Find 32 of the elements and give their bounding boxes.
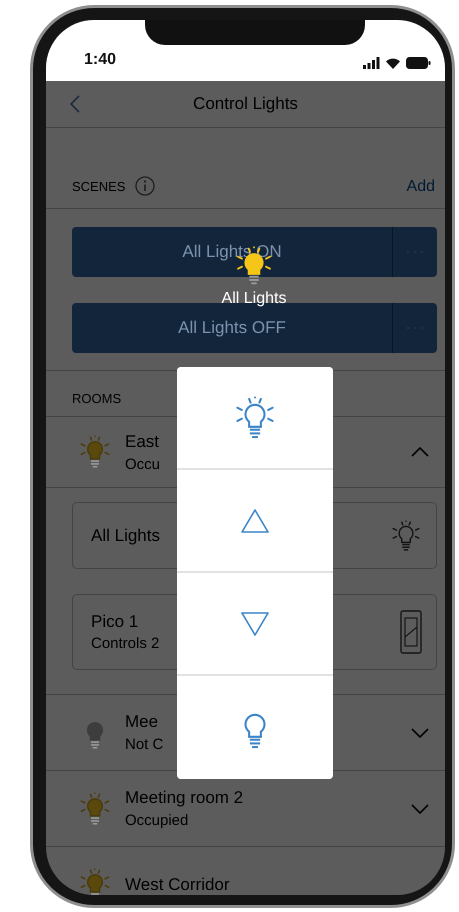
back-icon[interactable]	[70, 95, 80, 113]
room-name: Meeting room 2	[125, 788, 244, 808]
room-name: East	[125, 432, 160, 452]
section-label: ROOMS	[72, 391, 122, 406]
light-bulb-icon	[78, 868, 112, 895]
device-name: All Lights	[91, 526, 160, 546]
screen-title: Control Lights	[193, 94, 298, 114]
room-status: Not C	[125, 736, 164, 753]
status-time: 1:40	[84, 51, 116, 69]
device-name: Pico 1	[91, 612, 138, 632]
battery-icon	[406, 57, 431, 69]
light-bulb-icon	[78, 792, 112, 826]
room-status: Occu	[125, 456, 160, 472]
chevron-down-icon[interactable]	[411, 804, 429, 814]
room-status: Occupied	[125, 812, 188, 829]
wall-switch-icon	[400, 610, 422, 654]
chevron-up-icon[interactable]	[411, 447, 429, 457]
section-label: SCENES	[72, 178, 126, 194]
wifi-icon	[385, 57, 401, 69]
signal-icon	[363, 57, 380, 69]
light-bulb-icon	[78, 435, 112, 469]
info-icon[interactable]	[135, 176, 156, 196]
control-button[interactable]	[177, 367, 333, 470]
room-row[interactable]: West Corridor	[46, 847, 445, 895]
lower-icon	[240, 610, 270, 636]
add-link[interactable]: Add	[406, 178, 435, 196]
room-name: West Corridor	[125, 874, 230, 894]
raise-icon	[240, 508, 270, 534]
chevron-down-icon[interactable]	[411, 728, 429, 738]
light-bulb-icon	[390, 520, 422, 552]
room-name: Mee	[125, 712, 158, 732]
device-detail: Controls 2	[91, 635, 160, 652]
